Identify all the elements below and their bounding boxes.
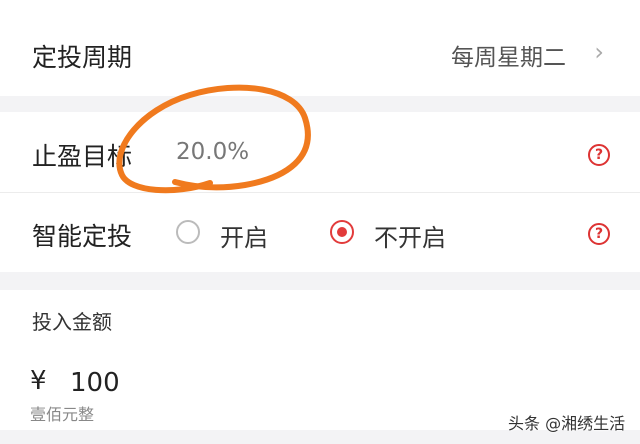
stop-profit-value[interactable]: 20.0% [176,139,249,165]
chevron-right-icon: › [594,38,604,66]
smart-invest-label: 智能定投 [32,222,133,251]
watermark: 头条 @湘绣生活 [508,414,626,433]
help-icon[interactable]: ? [588,144,610,166]
period-label: 定投周期 [32,43,133,72]
radio-selected-icon[interactable] [330,220,354,244]
amount-in-words: 壹佰元整 [30,405,95,424]
settings-card: 止盈目标 20.0% ? 智能定投 开启 不开启 ? [0,112,640,272]
amount-value[interactable]: 100 [70,368,120,398]
stop-profit-label: 止盈目标 [32,142,133,171]
amount-card: 投入金额 ¥ 100 壹佰元整 [0,290,640,430]
amount-title: 投入金额 [32,310,112,334]
smart-invest-row: 智能定投 开启 不开启 ? [0,193,640,272]
help-icon[interactable]: ? [588,223,610,245]
radio-unselected-icon[interactable] [176,220,200,244]
currency-symbol: ¥ [30,366,47,396]
radio-label-enable: 开启 [220,224,268,252]
period-row[interactable]: 定投周期 每周星期二 › [0,0,640,96]
radio-label-disable: 不开启 [374,224,446,252]
period-card: 定投周期 每周星期二 › [0,0,640,96]
period-value: 每周星期二 [451,45,566,71]
stop-profit-row[interactable]: 止盈目标 20.0% ? [0,112,640,192]
